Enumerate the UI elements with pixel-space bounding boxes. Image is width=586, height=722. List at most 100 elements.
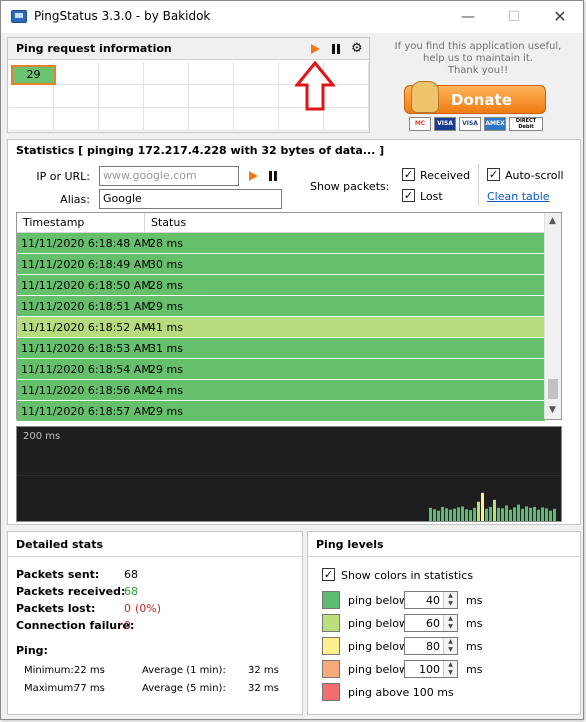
received-checkbox[interactable]: ✓ — [402, 168, 415, 181]
level-color-swatch[interactable] — [322, 591, 340, 609]
minimum-label: Minimum: — [24, 665, 74, 676]
table-row[interactable]: 11/11/2020 6:18:53 AM 31 ms — [17, 338, 545, 359]
divider — [478, 164, 479, 206]
grid-cell — [99, 108, 144, 131]
stepper-arrows-icon[interactable]: ▲ ▼ — [443, 661, 457, 677]
packets-sent-label: Packets sent: — [16, 568, 100, 581]
level-label: ping above 100 ms — [348, 686, 454, 699]
table-row[interactable]: 11/11/2020 6:18:48 AM 28 ms — [17, 233, 545, 254]
lost-checkbox[interactable]: ✓ — [402, 189, 415, 202]
app-icon — [11, 10, 27, 23]
stepper-arrows-icon[interactable]: ▲ ▼ — [443, 638, 457, 654]
graph-bar — [517, 504, 520, 521]
play-icon[interactable] — [311, 44, 320, 54]
packets-lost-label: Packets lost: — [16, 602, 96, 615]
alias-input[interactable]: Google — [99, 189, 282, 209]
level-threshold-stepper[interactable]: 60 ▲ ▼ — [404, 614, 458, 632]
status-cell: 28 ms — [149, 237, 183, 250]
clean-table-link[interactable]: Clean table — [487, 190, 550, 203]
table-row[interactable]: 11/11/2020 6:18:51 AM 29 ms — [17, 296, 545, 317]
graph-bar — [533, 506, 536, 521]
level-color-swatch[interactable] — [322, 683, 340, 701]
statistics-title: Statistics [ pinging 172.217.4.228 with … — [16, 144, 385, 157]
close-button[interactable]: ✕ — [537, 1, 583, 33]
graph-bar — [505, 505, 508, 521]
table-row[interactable]: 11/11/2020 6:18:52 AM 41 ms — [17, 317, 545, 338]
graph-bar — [545, 508, 548, 521]
divider — [8, 556, 302, 557]
level-threshold-value: 100 — [419, 663, 440, 676]
maximize-button[interactable]: ☐ — [491, 1, 537, 33]
grid-cell — [279, 108, 324, 131]
table-row[interactable]: 11/11/2020 6:18:57 AM 29 ms — [17, 401, 545, 422]
timestamp-column-header[interactable]: Timestamp — [17, 213, 145, 233]
graph-bar — [433, 509, 436, 521]
graph-bar — [501, 508, 504, 521]
level-threshold-stepper[interactable]: 80 ▲ ▼ — [404, 637, 458, 655]
donate-line: Thank you!! — [447, 65, 509, 76]
table-row[interactable]: 11/11/2020 6:18:49 AM 30 ms — [17, 254, 545, 275]
ping-levels-panel: Ping levels ✓ Show colors in statistics … — [307, 531, 581, 715]
gear-icon[interactable]: ⚙ — [351, 42, 363, 55]
grid-cell — [189, 62, 234, 85]
graph-bar — [541, 507, 544, 521]
grid-cell — [54, 62, 99, 85]
scroll-down-icon[interactable]: ▼ — [549, 405, 556, 415]
show-colors-checkbox[interactable]: ✓ — [322, 568, 335, 581]
minimize-button[interactable]: — — [445, 1, 491, 33]
grid-cell — [99, 85, 144, 108]
scrollbar-thumb[interactable] — [548, 379, 558, 399]
status-column-header[interactable]: Status — [145, 213, 545, 233]
red-arrow-up-annotation — [295, 61, 335, 111]
level-threshold-stepper[interactable]: 100 ▲ ▼ — [404, 660, 458, 678]
stepper-arrows-icon[interactable]: ▲ ▼ — [443, 615, 457, 631]
level-threshold-stepper[interactable]: 40 ▲ ▼ — [404, 591, 458, 609]
graph-bar — [473, 507, 476, 521]
table-scrollbar[interactable]: ▲ ▼ — [544, 213, 561, 419]
graph-bar — [525, 506, 528, 521]
graph-bar — [513, 507, 516, 521]
show-colors-label: Show colors in statistics — [341, 569, 474, 582]
alias-label: Alias: — [60, 193, 90, 206]
graph-bar — [529, 507, 532, 521]
title-bar: PingStatus 3.3.0 - by Bakidok — ☐ ✕ — [1, 1, 583, 33]
donate-message: If you find this application useful, hel… — [375, 41, 581, 77]
status-cell: 29 ms — [149, 405, 183, 418]
ping-request-title: Ping request information — [16, 42, 172, 55]
lost-label: Lost — [420, 190, 443, 203]
table-row[interactable]: 11/11/2020 6:18:54 AM 29 ms — [17, 359, 545, 380]
donate-button[interactable]: Donate — [404, 81, 546, 114]
level-threshold-value: 60 — [426, 617, 440, 630]
timestamp-cell: 11/11/2020 6:18:52 AM — [21, 321, 151, 334]
scroll-up-icon[interactable]: ▲ — [549, 216, 556, 226]
timestamp-cell: 11/11/2020 6:18:54 AM — [21, 363, 151, 376]
graph-bar — [477, 501, 480, 521]
amex-icon: AMEX — [484, 117, 506, 131]
timestamp-cell: 11/11/2020 6:18:51 AM — [21, 300, 151, 313]
status-cell: 41 ms — [149, 321, 183, 334]
graph-bar — [461, 506, 464, 521]
level-color-swatch[interactable] — [322, 637, 340, 655]
status-cell: 24 ms — [149, 384, 183, 397]
graph-bar — [497, 507, 500, 521]
level-unit: ms — [466, 594, 483, 607]
auto-scroll-checkbox[interactable]: ✓ — [487, 168, 500, 181]
start-ping-icon[interactable] — [249, 171, 258, 181]
table-row[interactable]: 11/11/2020 6:18:56 AM 24 ms — [17, 380, 545, 401]
stop-ping-icon[interactable] — [269, 171, 278, 181]
packets-table: Timestamp Status 11/11/2020 6:18:48 AM 28… — [16, 212, 562, 422]
stepper-arrows-icon[interactable]: ▲ ▼ — [443, 592, 457, 608]
pause-icon[interactable] — [332, 44, 341, 54]
table-row[interactable]: 11/11/2020 6:18:50 AM 28 ms — [17, 275, 545, 296]
divider — [308, 556, 580, 557]
direct-debit-icon: DIRECT Debit — [509, 117, 543, 131]
grid-cell — [189, 108, 234, 131]
level-color-swatch[interactable] — [322, 614, 340, 632]
maximum-label: Maximum: — [24, 683, 77, 694]
ping-cell: 29 — [11, 65, 56, 85]
ip-url-input[interactable]: www.google.com — [99, 166, 239, 186]
mastercard-icon: MC — [409, 117, 431, 131]
graph-bar — [493, 499, 496, 521]
level-color-swatch[interactable] — [322, 660, 340, 678]
visa-icon: VISA — [434, 117, 456, 131]
